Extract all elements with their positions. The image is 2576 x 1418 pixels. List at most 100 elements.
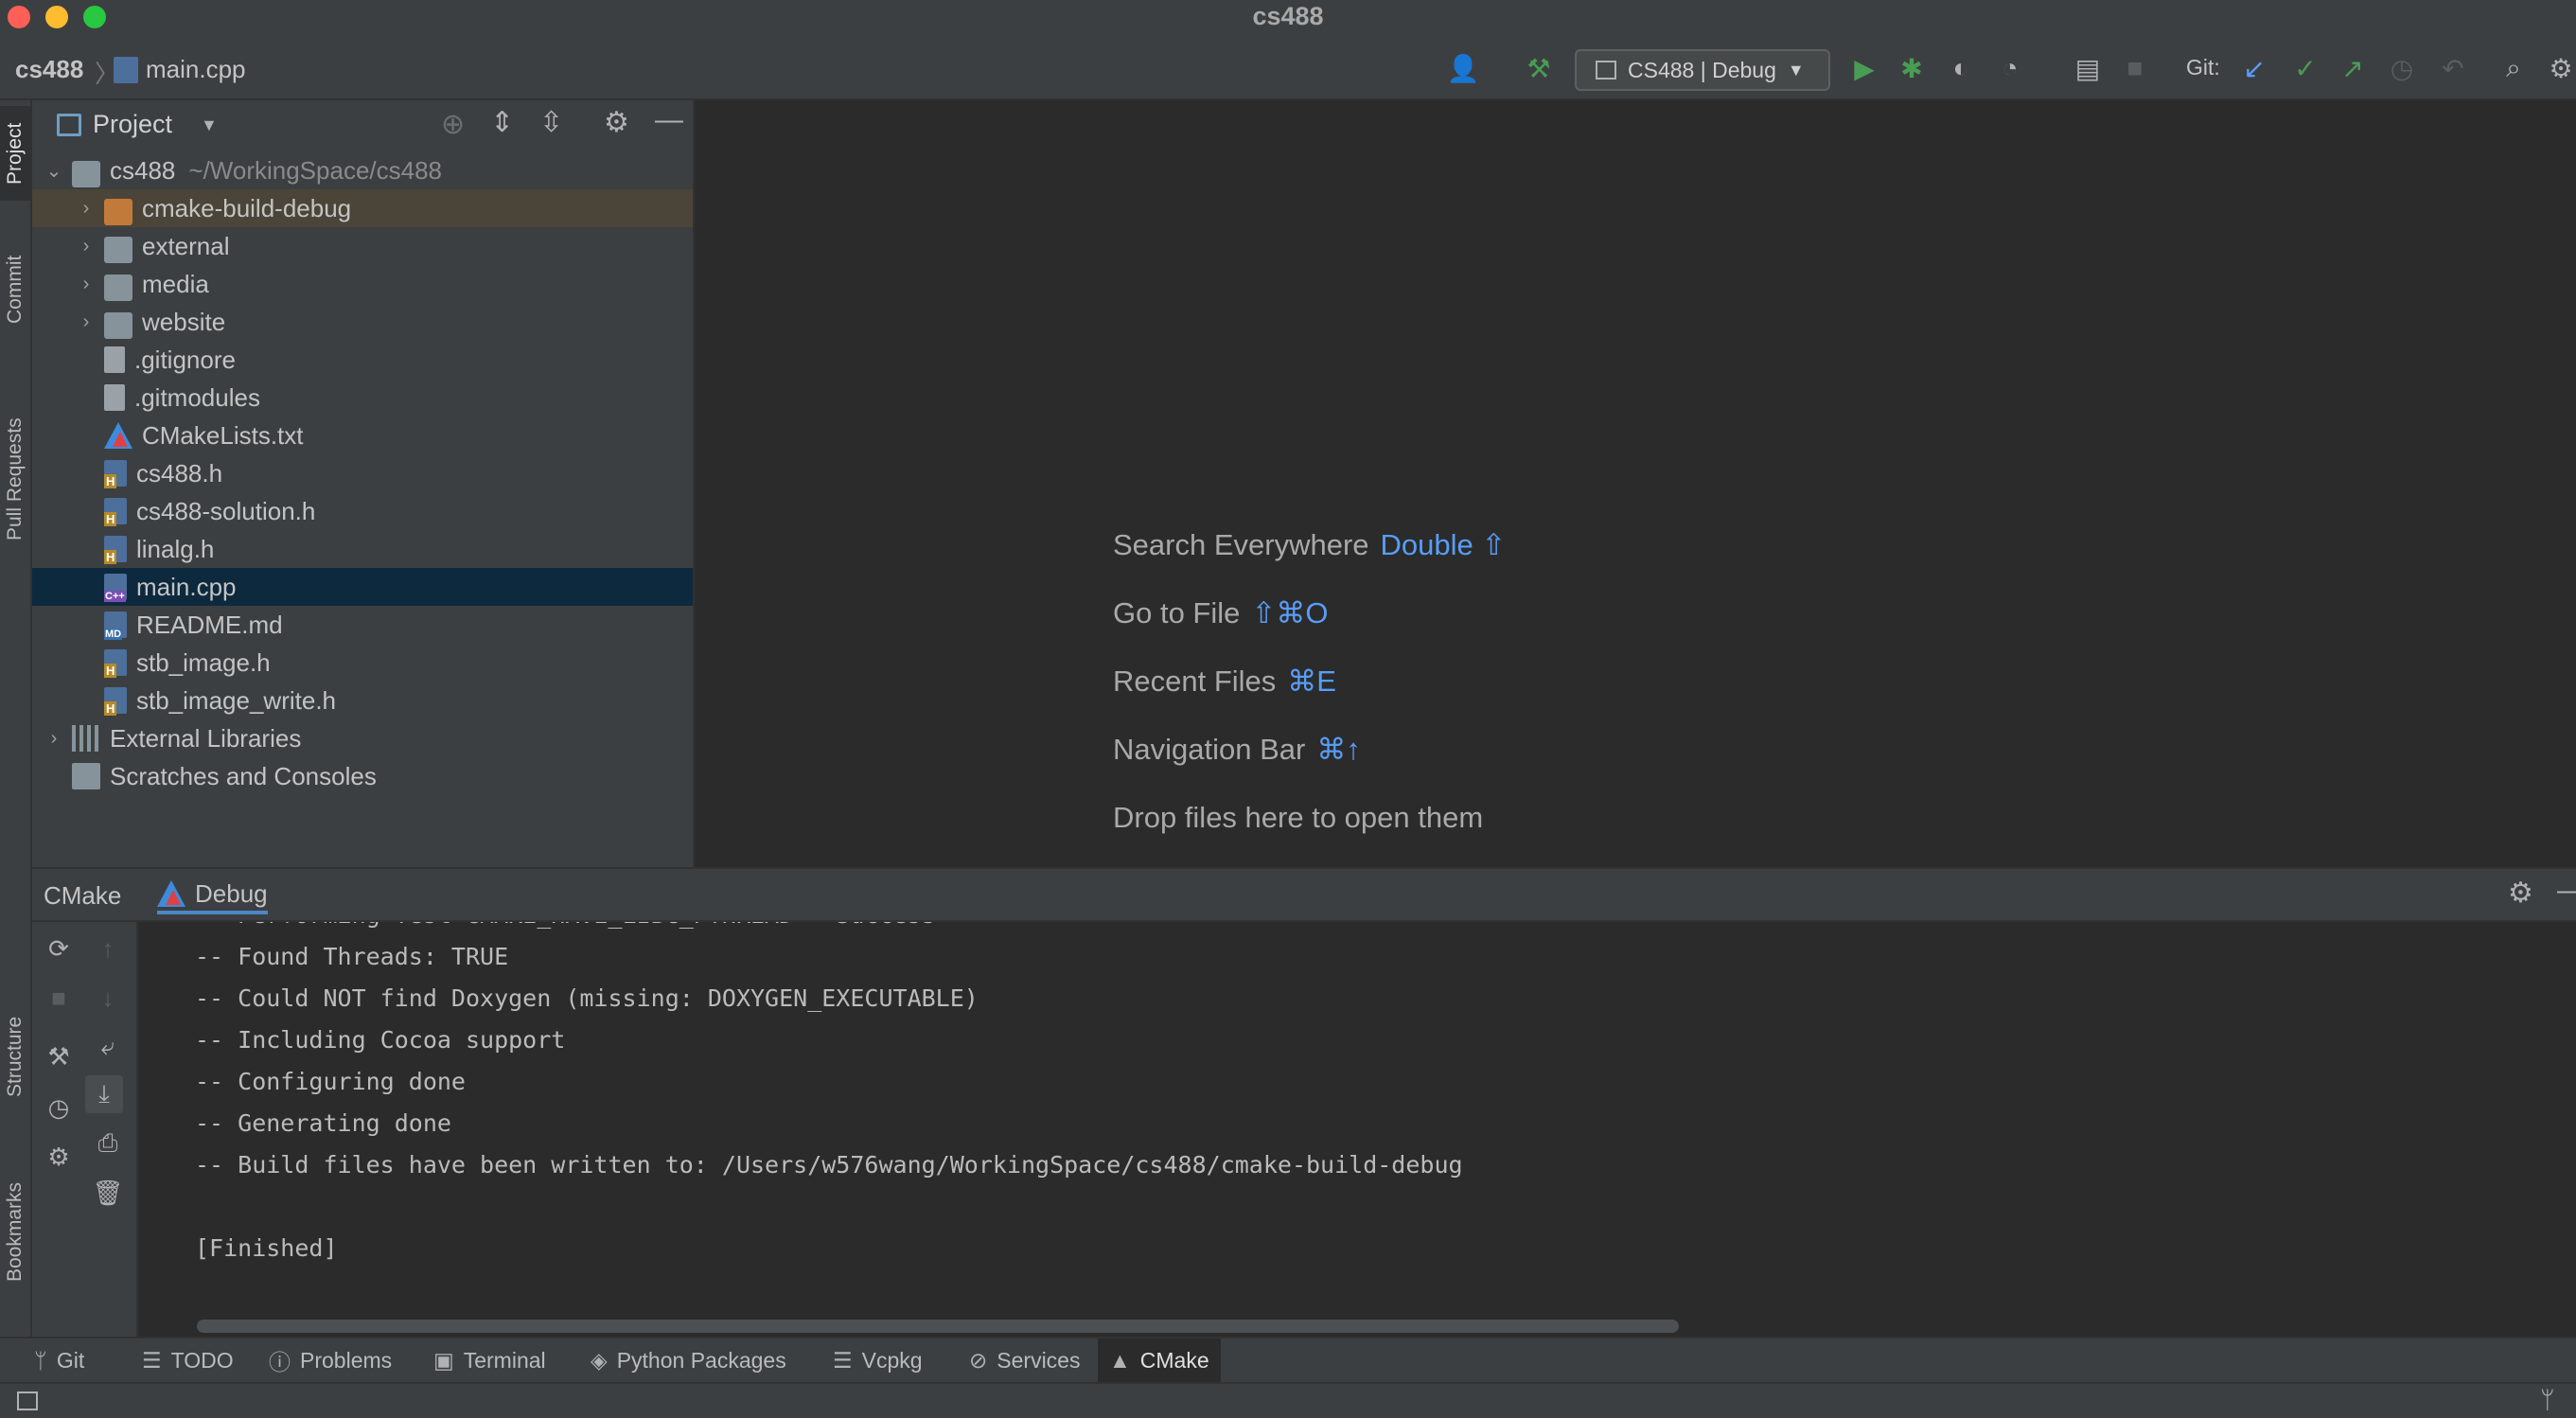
tree-root-path: ~/WorkingSpace/cs488 — [188, 155, 443, 185]
project-panel: Project ▼ ⊕ ⇕ ⇳ ⚙ — ⌄ cs488 ~/WorkingSpa… — [32, 100, 695, 867]
breadcrumb-file[interactable]: main.cpp — [146, 55, 246, 84]
tree-item-label: README.md — [136, 610, 283, 639]
bottom-tab-git[interactable]: ᛘ Git — [23, 1338, 96, 1382]
git-branch-icon[interactable]: ᛘ — [2540, 1386, 2555, 1415]
user-profile-icon[interactable]: 👤 — [1447, 53, 1480, 83]
tree-item[interactable]: › cmake-build-debug — [32, 189, 693, 227]
tree-item[interactable]: stb_image.h — [32, 644, 693, 682]
tree-item[interactable]: .gitmodules — [32, 379, 693, 417]
tab-debug[interactable]: Debug — [157, 877, 268, 914]
chevron-right-icon[interactable]: › — [76, 236, 97, 257]
tree-item[interactable]: CMakeLists.txt — [32, 417, 693, 454]
chevron-down-icon: ▼ — [1787, 60, 1805, 80]
project-header-label[interactable]: Project — [93, 110, 172, 139]
coverage-icon[interactable]: ◐ — [1946, 53, 1976, 83]
history-icon[interactable]: ◷ — [40, 1089, 78, 1126]
hint-navigation-bar: Navigation Bar ⌘↑ — [1113, 733, 1361, 766]
tab-structure[interactable]: Structure — [0, 1000, 32, 1113]
print-icon[interactable]: ⎙ — [89, 1125, 127, 1162]
tree-item[interactable]: › media — [32, 265, 693, 303]
tree-item-label: .gitmodules — [134, 382, 260, 412]
bottom-tab-cmake[interactable]: ▲ CMake — [1098, 1338, 1221, 1382]
tree-external-libraries[interactable]: › External Libraries — [32, 719, 693, 757]
header-file-icon — [104, 460, 127, 488]
bottom-tab-services[interactable]: ⊘ Services — [958, 1338, 1091, 1382]
chevron-right-icon[interactable]: › — [76, 311, 97, 333]
tree-item-label: main.cpp — [136, 572, 237, 601]
attach-icon[interactable]: ▤ — [2073, 53, 2103, 83]
bottom-tab-python-packages[interactable]: ◈ Python Packages — [579, 1338, 798, 1382]
locate-file-icon[interactable]: ⊕ — [441, 108, 465, 141]
build-hammer-icon[interactable]: ⚒ — [1524, 53, 1554, 83]
scrollbar-thumb[interactable] — [197, 1320, 1679, 1333]
git-rollback-icon[interactable]: ↶ — [2438, 53, 2468, 83]
stop-icon[interactable]: ■ — [40, 979, 78, 1017]
tree-root-cs488[interactable]: ⌄ cs488 ~/WorkingSpace/cs488 — [32, 151, 693, 189]
tab-cmake[interactable]: CMake — [44, 877, 121, 914]
reload-icon[interactable]: ⟳ — [40, 930, 78, 967]
settings-gear-icon[interactable]: ⚙ — [2546, 53, 2576, 83]
horizontal-scrollbar[interactable] — [138, 1312, 2576, 1338]
run-icon[interactable]: ▶ — [1849, 53, 1879, 83]
cmake-settings-icon[interactable]: ⚒ — [40, 1037, 78, 1075]
cmake-icon — [157, 880, 185, 907]
tree-item[interactable]: › external — [32, 227, 693, 265]
expand-all-icon[interactable]: ⇕ — [490, 106, 514, 139]
git-push-icon[interactable]: ↗ — [2338, 53, 2368, 83]
tab-bookmarks[interactable]: Bookmarks — [0, 1161, 32, 1303]
chevron-down-icon[interactable]: ▼ — [201, 115, 218, 135]
debug-bug-icon[interactable]: ✱ — [1897, 53, 1927, 83]
tree-item-label: linalg.h — [136, 534, 215, 563]
breadcrumb-project[interactable]: cs488 — [15, 55, 83, 84]
folder-icon — [104, 275, 132, 301]
tab-pull-requests[interactable]: Pull Requests — [0, 384, 32, 574]
scroll-up-icon[interactable]: ↑ — [89, 930, 127, 967]
console-line: -- Performing Test CMAKE_HAVE_LIBC_PTHRE… — [195, 922, 936, 943]
bottom-tab-todo[interactable]: ☰ TODO — [131, 1338, 245, 1382]
tree-item[interactable]: stb_image_write.h — [32, 682, 693, 719]
scroll-down-icon[interactable]: ↓ — [89, 979, 127, 1017]
project-settings-gear-icon[interactable]: ⚙ — [604, 106, 629, 139]
tree-item-label: stb_image.h — [136, 647, 271, 677]
soft-wrap-icon[interactable]: ⤶ — [89, 1028, 127, 1066]
git-history-icon[interactable]: ◷ — [2387, 53, 2417, 83]
tool-window-settings-gear-icon[interactable]: ⚙ — [2508, 877, 2533, 910]
tree-item[interactable]: .gitignore — [32, 341, 693, 379]
collapse-all-icon[interactable]: ⇳ — [539, 106, 563, 139]
tree-scratches-label: Scratches and Consoles — [110, 761, 377, 790]
tab-commit[interactable]: Commit — [0, 242, 32, 337]
problems-info-icon: ⓘ — [269, 1350, 291, 1374]
tree-item-label: external — [142, 231, 230, 260]
tree-external-libraries-label: External Libraries — [110, 723, 302, 753]
chevron-right-icon[interactable]: › — [44, 728, 64, 750]
tree-item[interactable]: › website — [32, 303, 693, 341]
chevron-down-icon[interactable]: ⌄ — [44, 159, 64, 183]
chevron-right-icon[interactable]: › — [76, 198, 97, 220]
header-file-icon — [104, 498, 127, 526]
search-icon[interactable]: ⌕ — [2498, 53, 2529, 83]
profile-icon[interactable]: ◔ — [1995, 53, 2025, 83]
console-output[interactable]: -- Performing Test CMAKE_HAVE_LIBC_PTHRE… — [138, 922, 2576, 1278]
tree-item[interactable]: main.cpp — [32, 568, 693, 606]
tree-item[interactable]: README.md — [32, 606, 693, 644]
tree-item[interactable]: linalg.h — [32, 530, 693, 568]
tree-item[interactable]: cs488-solution.h — [32, 492, 693, 530]
hide-tool-window-icon[interactable]: — — [2557, 875, 2576, 907]
run-configuration-select[interactable]: CS488 | Debug ▼ — [1575, 49, 1830, 91]
toggle-tool-windows-icon[interactable] — [17, 1391, 38, 1410]
hide-panel-icon[interactable]: — — [655, 104, 683, 136]
bottom-tab-vcpkg[interactable]: ☰ Vcpkg — [821, 1338, 934, 1382]
clear-trash-icon[interactable]: 🗑 — [89, 1174, 127, 1212]
bottom-tab-problems[interactable]: ⓘ Problems — [257, 1338, 403, 1382]
git-commit-icon[interactable]: ✓ — [2290, 53, 2320, 83]
text-file-icon — [104, 346, 125, 373]
console-settings-gear-icon[interactable]: ⚙ — [40, 1138, 78, 1176]
bottom-tab-terminal[interactable]: ▣ Terminal — [422, 1338, 557, 1382]
tree-item[interactable]: cs488.h — [32, 454, 693, 492]
tree-scratches[interactable]: Scratches and Consoles — [32, 757, 693, 795]
text-file-icon — [104, 384, 125, 411]
scroll-to-end-icon[interactable]: ⤓ — [85, 1075, 123, 1113]
tab-project[interactable]: Project — [0, 106, 32, 201]
chevron-right-icon[interactable]: › — [76, 274, 97, 295]
git-update-icon[interactable]: ↙ — [2239, 53, 2269, 83]
